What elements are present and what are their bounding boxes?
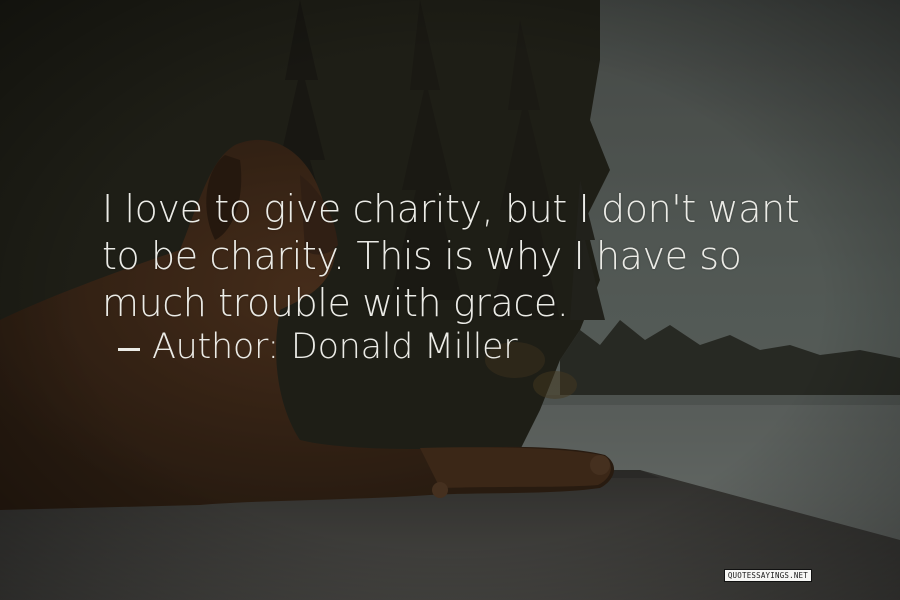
quote-block: I love to give charity, but I don't want… bbox=[102, 186, 822, 369]
site-watermark: QUOTESSAYINGS.NET bbox=[723, 569, 812, 582]
dash-icon bbox=[118, 347, 140, 351]
author-prefix: Author: bbox=[152, 327, 279, 367]
quote-text: I love to give charity, but I don't want… bbox=[102, 187, 800, 325]
author-name: Donald Miller bbox=[290, 327, 518, 367]
quote-card: I love to give charity, but I don't want… bbox=[0, 0, 900, 600]
author-line: Author: Donald Miller bbox=[102, 325, 822, 369]
